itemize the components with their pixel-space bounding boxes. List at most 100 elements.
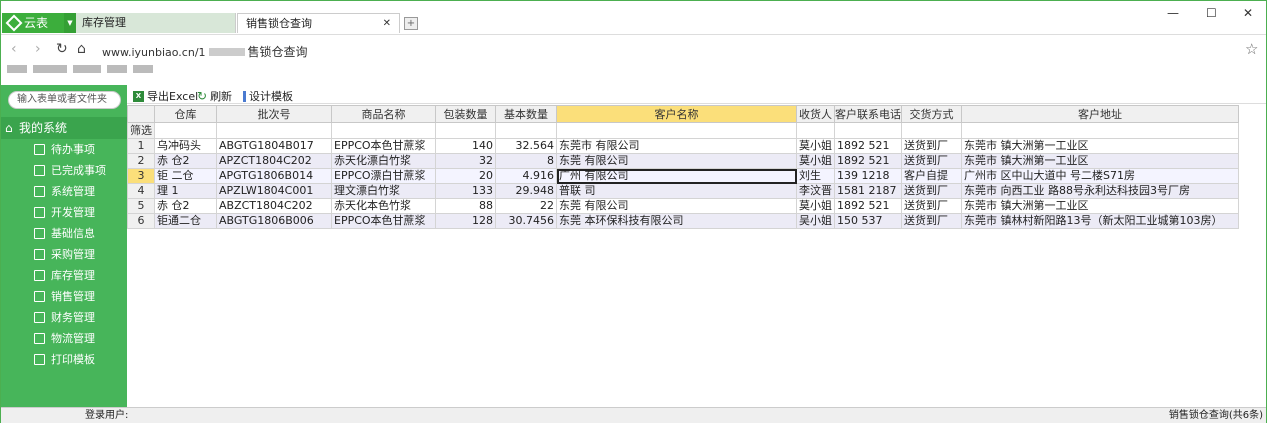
table-cell[interactable]: 客户自提 (901, 168, 962, 184)
table-cell[interactable]: 东莞市 镇大洲第一工业区 (961, 198, 1239, 214)
sidebar-item-sales[interactable]: 销售管理 (1, 286, 127, 307)
table-cell[interactable]: 30.7456 (495, 213, 557, 229)
table-cell[interactable]: 理文漂白竹浆 (331, 183, 436, 199)
brand-dropdown-icon[interactable]: ▼ (64, 13, 76, 33)
table-cell[interactable]: 133 (435, 183, 496, 199)
table-cell[interactable]: 送货到厂 (901, 183, 962, 199)
table-cell[interactable]: 莫小姐 (796, 198, 835, 214)
favorite-star-icon[interactable]: ☆ (1245, 40, 1258, 58)
table-cell[interactable]: 乌冲码头 (154, 138, 217, 154)
table-cell[interactable]: 4.916 (495, 168, 557, 184)
table-cell[interactable]: 赤 仓2 (154, 198, 217, 214)
table-cell[interactable]: EPPCO本色甘蔗浆 (331, 213, 436, 229)
table-cell[interactable]: APZLW1804C001 (216, 183, 332, 199)
table-cell[interactable]: 理 1 (154, 183, 217, 199)
table-cell[interactable]: ABZCT1804C202 (216, 198, 332, 214)
sidebar-item-print[interactable]: 打印模板 (1, 349, 127, 370)
table-row[interactable]: 5赤 仓2 ABZCT1804C202 赤天化本色竹浆 88 22 东莞 有限公司 莫小姐 1… (127, 198, 1239, 214)
table-cell[interactable]: EPPCO漂白甘蔗浆 (331, 168, 436, 184)
table-cell[interactable]: 88 (435, 198, 496, 214)
table-cell[interactable]: 广州 有限公司 (556, 168, 797, 184)
table-cell[interactable]: 32.564 (495, 138, 557, 154)
back-icon[interactable]: ‹ (11, 41, 17, 57)
sidebar-item-purchase[interactable]: 采购管理 (1, 244, 127, 265)
table-cell[interactable]: 赤天化本色竹浆 (331, 198, 436, 214)
search-input[interactable]: 输入表单或者文件夹 (8, 91, 121, 109)
filter-cell[interactable] (834, 122, 902, 139)
table-cell[interactable]: APGTG1806B014 (216, 168, 332, 184)
table-row[interactable]: 2赤 仓2 APZCT1804C202 赤天化漂白竹浆 32 8 东莞 有限公司 莫小姐 18… (127, 153, 1239, 169)
table-cell[interactable]: 送货到厂 (901, 138, 962, 154)
filter-cell[interactable] (961, 122, 1239, 139)
table-cell[interactable]: 1581 2187 (834, 183, 902, 199)
table-cell[interactable]: 刘生 (796, 168, 835, 184)
table-cell[interactable]: 1892 521 (834, 198, 902, 214)
filter-cell[interactable] (901, 122, 962, 139)
export-excel-button[interactable]: X 导出Excel (133, 88, 198, 104)
table-cell[interactable]: 32 (435, 153, 496, 169)
sidebar-item-system[interactable]: 系统管理 (1, 181, 127, 202)
minimize-icon[interactable]: — (1167, 6, 1179, 20)
sidebar-root[interactable]: ⌂ 我的系统 (1, 117, 127, 139)
filter-cell[interactable] (435, 122, 496, 139)
row-number[interactable]: 6 (127, 213, 155, 229)
new-tab-icon[interactable]: + (404, 17, 418, 30)
sidebar-item-done[interactable]: 已完成事项 (1, 160, 127, 181)
table-row[interactable]: 3钜 二仓 APGTG1806B014 EPPCO漂白甘蔗浆 20 4.916 广州 有限… (127, 168, 1239, 184)
table-cell[interactable]: 莫小姐 (796, 153, 835, 169)
table-cell[interactable]: ABGTG1804B017 (216, 138, 332, 154)
row-number[interactable]: 5 (127, 198, 155, 214)
design-template-button[interactable]: 设计模板 (243, 88, 293, 104)
table-row[interactable]: 4理 1 APZLW1804C001 理文漂白竹浆 133 29.948 普联 司李汶晋 1… (127, 183, 1239, 199)
table-cell[interactable]: ABGTG1806B006 (216, 213, 332, 229)
col-header[interactable]: 商品名称 (331, 105, 436, 123)
close-window-icon[interactable]: ✕ (1243, 6, 1253, 20)
table-cell[interactable]: 1892 521 (834, 138, 902, 154)
table-cell[interactable]: 赤 仓2 (154, 153, 217, 169)
table-cell[interactable]: EPPCO本色甘蔗浆 (331, 138, 436, 154)
reload-icon[interactable]: ↻ (56, 41, 68, 57)
filter-cell[interactable] (154, 122, 217, 139)
row-number[interactable]: 2 (127, 153, 155, 169)
table-cell[interactable]: 东莞 本环保科技有限公司 (556, 213, 797, 229)
table-cell[interactable]: 普联 司 (556, 183, 797, 199)
col-header[interactable]: 仓库 (154, 105, 217, 123)
table-cell[interactable]: 李汶晋 (796, 183, 835, 199)
table-cell[interactable]: APZCT1804C202 (216, 153, 332, 169)
col-header[interactable]: 交货方式 (901, 105, 962, 123)
row-number[interactable]: 3 (127, 168, 155, 184)
table-cell[interactable]: 1892 521 (834, 153, 902, 169)
table-cell[interactable]: 东莞市 镇林村新阳路13号（新太阳工业城第103房） (961, 213, 1239, 229)
sidebar-item-inventory[interactable]: 库存管理 (1, 265, 127, 286)
table-cell[interactable]: 东莞市 有限公司 (556, 138, 797, 154)
table-cell[interactable]: 东莞市 镇大洲第一工业区 (961, 153, 1239, 169)
forward-icon[interactable]: › (35, 41, 41, 57)
table-cell[interactable]: 钜 二仓 (154, 168, 217, 184)
table-cell[interactable]: 莫小姐 (796, 138, 835, 154)
table-cell[interactable]: 8 (495, 153, 557, 169)
filter-cell[interactable] (331, 122, 436, 139)
table-cell[interactable]: 吴小姐 (796, 213, 835, 229)
sidebar-item-logistics[interactable]: 物流管理 (1, 328, 127, 349)
filter-cell[interactable] (556, 122, 797, 139)
table-row[interactable]: 1 乌冲码头 ABGTG1804B017 EPPCO本色甘蔗浆 140 32.564 东莞市… (127, 138, 1239, 154)
table-cell[interactable]: 送货到厂 (901, 213, 962, 229)
table-cell[interactable]: 东莞 有限公司 (556, 153, 797, 169)
table-cell[interactable]: 140 (435, 138, 496, 154)
table-cell[interactable]: 东莞市 向西工业 路88号永利达科技园3号厂房 (961, 183, 1239, 199)
sidebar-item-basic[interactable]: 基础信息 (1, 223, 127, 244)
sidebar-item-finance[interactable]: 财务管理 (1, 307, 127, 328)
filter-cell[interactable] (216, 122, 332, 139)
table-cell[interactable]: 东莞 有限公司 (556, 198, 797, 214)
col-header[interactable]: 包装数量 (435, 105, 496, 123)
filter-cell[interactable] (796, 122, 835, 139)
refresh-button[interactable]: ↻ 刷新 (197, 88, 232, 104)
filter-cell[interactable] (495, 122, 557, 139)
col-header[interactable]: 收货人 (796, 105, 835, 123)
close-tab-icon[interactable]: ✕ (383, 14, 391, 33)
url-text[interactable]: www.iyunbiao.cn/1 售锁仓查询 (102, 43, 308, 60)
col-header[interactable]: 基本数量 (495, 105, 557, 123)
table-cell[interactable]: 广州市 区中山大道中 号二楼S71房 (961, 168, 1239, 184)
table-cell[interactable]: 东莞市 镇大洲第一工业区 (961, 138, 1239, 154)
row-number[interactable]: 4 (127, 183, 155, 199)
